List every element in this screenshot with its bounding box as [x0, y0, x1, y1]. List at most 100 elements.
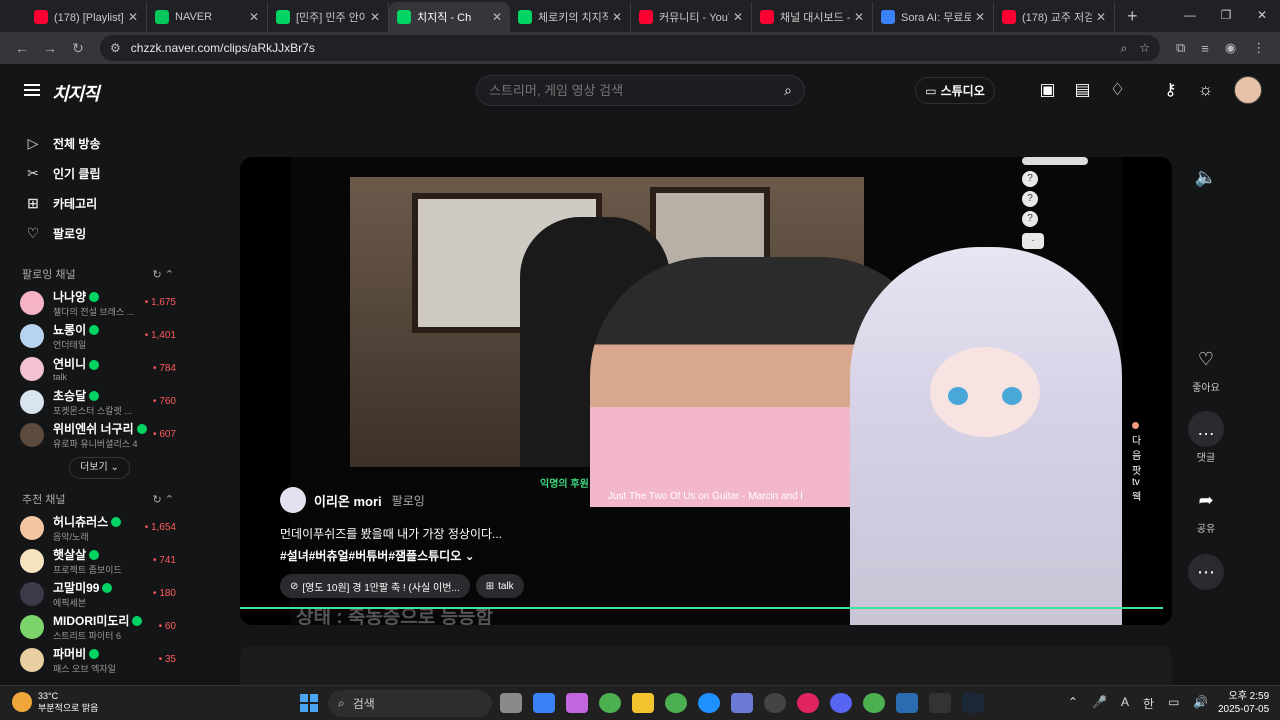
copilot-icon[interactable] — [566, 693, 588, 713]
channel-item[interactable]: 초승달 포켓몬스터 스칼렛 ... • 760 — [0, 385, 190, 418]
chzzk-logo[interactable]: 치지직 — [52, 80, 100, 106]
browser-tab[interactable]: 치지직 - Ch ✕ — [389, 2, 510, 32]
owner-avatar[interactable] — [280, 487, 306, 513]
sidebar-menu-item[interactable]: ▷ 전체 방송 — [0, 128, 190, 158]
url-text[interactable]: chzzk.naver.com/clips/aRkJJxBr7s — [131, 41, 1109, 55]
browser-tab[interactable]: (178) 교주 저검 ✕ — [994, 2, 1115, 32]
clock[interactable]: 오후 2:59 2025-07-05 — [1218, 690, 1269, 716]
tags-text[interactable]: #설녀#버츄얼#버튜버#잼플스튜디오 — [280, 549, 461, 563]
tab-close-icon[interactable]: ✕ — [492, 10, 502, 24]
comment-button[interactable]: … 댓글 — [1186, 411, 1226, 464]
record-app-icon[interactable] — [797, 693, 819, 713]
user-avatar[interactable] — [1234, 76, 1262, 104]
follow-status[interactable]: 팔로잉 — [392, 492, 425, 509]
owner-name[interactable]: 이리온 mori — [314, 491, 382, 510]
search-icon[interactable]: ⌕ — [784, 82, 792, 99]
channel-item[interactable]: 나나양 젤다의 전설 브레스 ... • 1,675 — [0, 286, 190, 319]
more-button[interactable]: 더보기 ⌄ — [69, 457, 130, 479]
volume-button[interactable]: 🔈 — [1186, 159, 1226, 195]
search-input[interactable] — [489, 83, 785, 98]
close-window-button[interactable]: ✕ — [1244, 0, 1280, 32]
discord-icon[interactable] — [830, 693, 852, 713]
chrome-profile-icon[interactable] — [665, 693, 687, 713]
chrome-alt-icon[interactable] — [863, 693, 885, 713]
channel-item[interactable]: 연비니 talk • 784 — [0, 352, 190, 385]
channel-item[interactable]: 허니츄러스 음악/노래 • 1,654 — [0, 511, 190, 544]
maximize-button[interactable]: ❐ — [1208, 0, 1244, 32]
more-options-button[interactable]: ⋯ — [1186, 554, 1226, 590]
next-clip-preview[interactable] — [240, 646, 1172, 686]
browser-tab[interactable]: [민주] 민주 안아 ✕ — [268, 2, 389, 32]
chrome-icon[interactable] — [599, 693, 621, 713]
studio-button[interactable]: ▭ 스튜디오 — [915, 77, 995, 104]
volume-tray-icon[interactable]: 🔊 — [1193, 695, 1208, 712]
sidebar-menu-item[interactable]: ✂ 인기 클립 — [0, 158, 190, 188]
tab-close-icon[interactable]: ✕ — [1096, 10, 1106, 24]
forward-button[interactable]: → — [36, 40, 64, 56]
channel-item[interactable]: 고말미99 에픽세븐 • 180 — [0, 577, 190, 610]
ime-indicator[interactable]: 한 — [1143, 695, 1154, 712]
vscode-icon[interactable] — [896, 693, 918, 713]
sidebar-menu-item[interactable]: ⊞ 카테고리 — [0, 188, 190, 218]
site-info-icon[interactable]: ⚙ — [110, 41, 121, 55]
ticket-icon[interactable]: ▤ — [1065, 80, 1100, 100]
clip-player[interactable]: ? ? ? · 익명의 후원 Just The Two Of Us on Gui… — [240, 157, 1172, 625]
browser-tab[interactable]: Sora AI: 무료로 ✕ — [873, 2, 994, 32]
browser-tab[interactable]: (178) [Playlist] 여 ✕ — [26, 2, 147, 32]
bell-icon[interactable]: ♢ — [1100, 80, 1135, 100]
media-controls-icon[interactable]: ≡ — [1201, 41, 1209, 56]
edge-icon[interactable] — [698, 693, 720, 713]
file-explorer-icon[interactable] — [632, 693, 654, 713]
mic-icon[interactable]: 🎤 — [1092, 695, 1107, 712]
recommended-controls[interactable]: ↻ ⌃ — [153, 493, 175, 506]
share-button[interactable]: ➦ 공유 — [1186, 482, 1226, 535]
expand-chevron-icon[interactable]: ⌄ — [465, 549, 475, 563]
hamburger-menu-icon[interactable] — [24, 84, 40, 96]
tab-close-icon[interactable]: ✕ — [975, 10, 985, 24]
tab-close-icon[interactable]: ✕ — [854, 10, 864, 24]
back-button[interactable]: ← — [8, 40, 36, 56]
source-live-chip[interactable]: ⊘ [영도 10원] 경 1만팔 축 ! (사실 이번... — [280, 574, 470, 598]
task-view-icon[interactable] — [500, 693, 522, 713]
sidebar-menu-item[interactable]: ♡ 팔로잉 — [0, 218, 190, 248]
tab-close-icon[interactable]: ✕ — [733, 10, 743, 24]
category-chip[interactable]: ⊞ talk — [475, 574, 524, 598]
tab-close-icon[interactable]: ✕ — [249, 10, 259, 24]
menu-kebab-icon[interactable]: ⋮ — [1252, 40, 1265, 56]
browser-tab[interactable]: NAVER ✕ — [147, 2, 268, 32]
tab-close-icon[interactable]: ✕ — [128, 10, 138, 24]
channel-item[interactable]: MIDORI미도리 스트리트 파이터 6 • 60 — [0, 610, 190, 643]
channel-item[interactable]: 위비엔쉬 너구리 유로파 유니버셜리스 4 • 607 — [0, 418, 190, 451]
reload-button[interactable]: ↻ — [64, 40, 92, 57]
taskbar-search[interactable]: ⌕ 검색 — [328, 690, 492, 717]
obs-icon[interactable] — [764, 693, 786, 713]
channel-item[interactable]: 햇살살 프로젝트 좀보이드 • 741 — [0, 544, 190, 577]
steam-icon[interactable] — [962, 693, 984, 713]
bookmark-star-icon[interactable]: ☆ — [1139, 41, 1150, 55]
refresh-collapse-controls[interactable]: ↻ ⌃ — [153, 268, 175, 281]
profile-icon[interactable]: ◉ — [1225, 40, 1236, 56]
font-icon[interactable]: A — [1121, 695, 1129, 712]
theme-sun-icon[interactable]: ☼ — [1188, 80, 1223, 100]
omnibox[interactable]: ⚙ chzzk.naver.com/clips/aRkJJxBr7s ⌕ ☆ — [100, 35, 1160, 61]
store-icon[interactable] — [533, 693, 555, 713]
id-app-icon[interactable] — [929, 693, 951, 713]
weather-widget[interactable]: 33°C 부분적으로 맑음 — [12, 690, 98, 714]
network-icon[interactable]: ▭ — [1168, 695, 1179, 712]
clip-progress-bar[interactable] — [240, 607, 1163, 609]
clip-tags[interactable]: #설녀#버츄얼#버튜버#잼플스튜디오 ⌄ — [280, 547, 700, 564]
channel-item[interactable]: 뇨롱이 언더테일 • 1,401 — [0, 319, 190, 352]
browser-tab[interactable]: 체로키의 치지직 ✕ — [510, 2, 631, 32]
channel-item[interactable]: 파머비 패스 오브 엑자일 • 35 — [0, 643, 190, 676]
like-button[interactable]: ♡ 좋아요 — [1186, 341, 1226, 394]
browser-tab[interactable]: 채널 대시보드 - ✕ — [752, 2, 873, 32]
tab-close-icon[interactable]: ✕ — [370, 10, 380, 24]
calculator-icon[interactable] — [731, 693, 753, 713]
minimize-button[interactable]: — — [1172, 0, 1208, 32]
wallet-icon[interactable]: ▣ — [1030, 80, 1065, 100]
zoom-icon[interactable]: ⌕ — [1121, 41, 1128, 56]
extensions-icon[interactable]: ⧉ — [1176, 40, 1185, 56]
windows-start-icon[interactable] — [300, 694, 318, 712]
tab-close-icon[interactable]: ✕ — [612, 10, 622, 24]
new-tab-button[interactable]: + — [1115, 2, 1150, 32]
